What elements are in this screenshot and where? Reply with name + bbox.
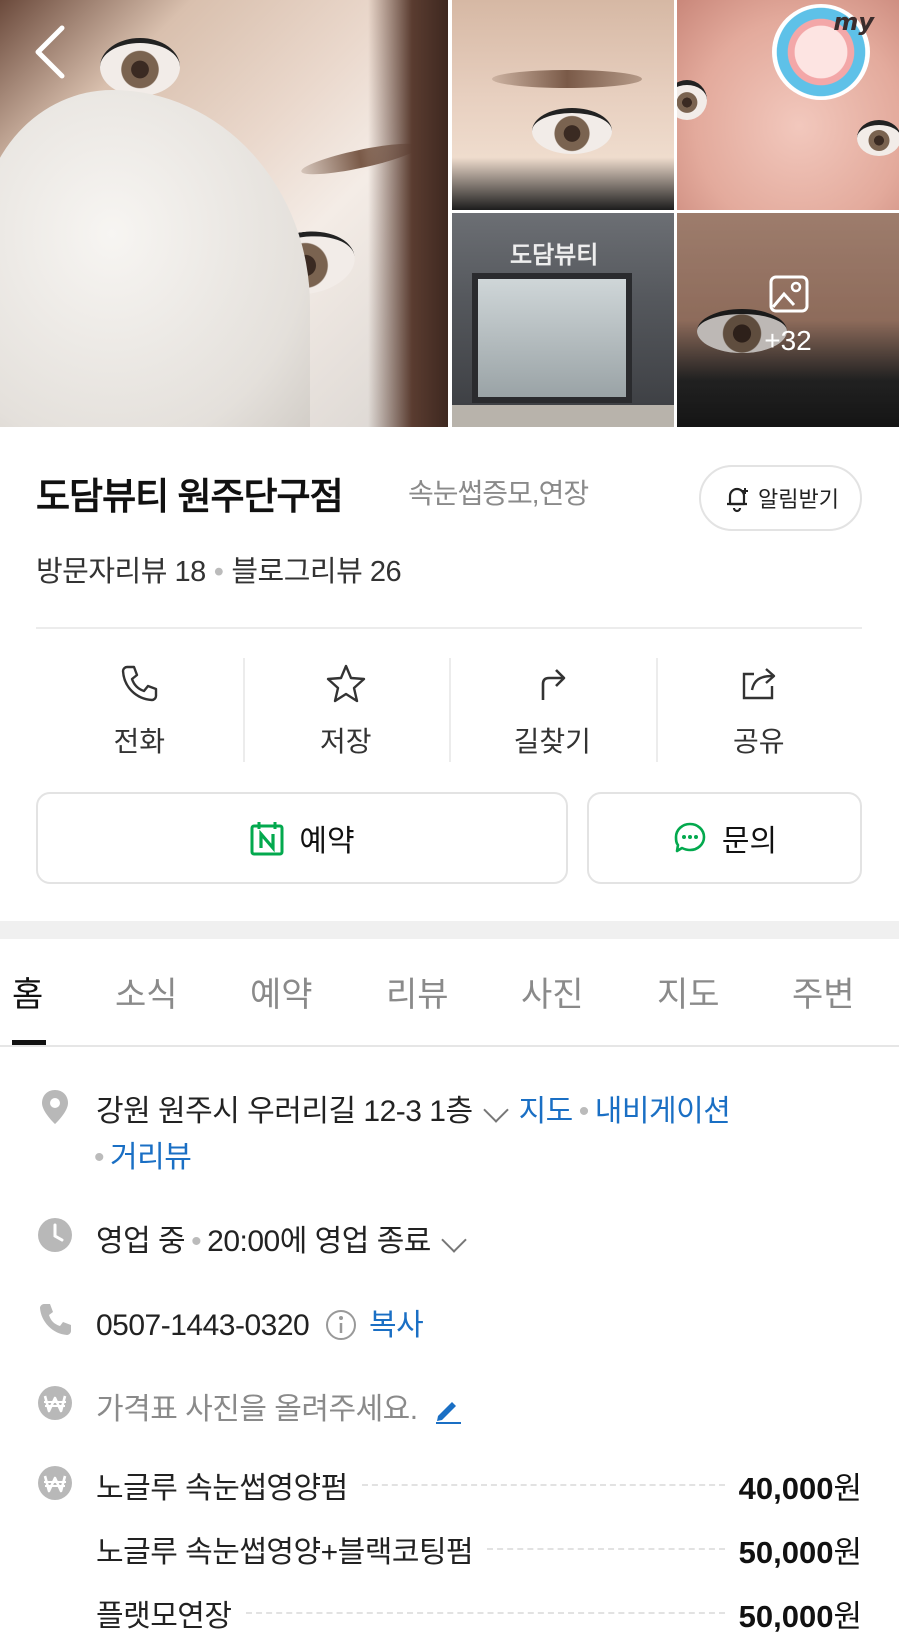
- tab-nearby[interactable]: 주변: [792, 967, 855, 1016]
- gallery-photo-storefront[interactable]: 도담뷰티: [452, 213, 674, 427]
- directions-icon: [541, 669, 566, 700]
- price-unit: 원: [833, 1534, 862, 1570]
- back-button[interactable]: [28, 22, 74, 82]
- action-label: 전화: [113, 726, 166, 757]
- action-row: 전화 저장 길찾기 공유: [36, 652, 862, 764]
- place-category: 속눈썹증모,연장: [408, 478, 589, 509]
- streetview-link[interactable]: 거리뷰: [110, 1141, 192, 1174]
- action-label: 저장: [319, 726, 372, 757]
- address-text: 강원 원주시 우러리길 12-3 1층: [96, 1095, 473, 1128]
- edit-pencil-icon[interactable]: [433, 1394, 463, 1425]
- save-button[interactable]: 저장: [242, 652, 450, 764]
- photo-detail: [0, 90, 310, 427]
- price-item: 노글루 속눈썹영양+블랙코팅펌 50,000원: [96, 1526, 862, 1572]
- notify-button[interactable]: 알림받기: [699, 465, 862, 531]
- phone-number[interactable]: 0507-1443-0320: [96, 1309, 310, 1342]
- visitor-reviews-link[interactable]: 방문자리뷰 18: [36, 556, 206, 588]
- photo-detail: [472, 273, 632, 403]
- inquiry-button[interactable]: 문의: [587, 792, 862, 884]
- price-prompt-text: 가격표 사진을 올려주세요.: [96, 1393, 418, 1426]
- call-button[interactable]: 전화: [36, 652, 243, 764]
- price-item-name: 노글루 속눈썹영양+블랙코팅펌: [96, 1536, 474, 1569]
- tab-map[interactable]: 지도: [657, 967, 720, 1016]
- action-label: 공유: [732, 726, 785, 757]
- map-link[interactable]: 지도: [519, 1095, 574, 1128]
- chevron-down-icon[interactable]: [482, 1097, 509, 1123]
- photo-overlay: [677, 213, 899, 427]
- my-profile-badge[interactable]: my: [772, 4, 874, 100]
- photo-detail: [532, 108, 612, 154]
- review-counts: 방문자리뷰 18 • 블로그리뷰 26: [36, 548, 402, 590]
- naver-calendar-icon: [250, 822, 284, 856]
- my-badge-label: my: [833, 8, 874, 36]
- photo-detail: [857, 120, 899, 156]
- tab-reservation[interactable]: 예약: [250, 967, 313, 1016]
- page-title: 도담뷰티 원주단구점: [36, 476, 344, 517]
- more-photos-count: +32: [764, 325, 812, 356]
- price-item-amount: 40,000: [738, 1470, 834, 1506]
- reserve-button[interactable]: 예약: [36, 792, 568, 884]
- tab-photos[interactable]: 사진: [521, 967, 584, 1016]
- share-icon: [742, 668, 775, 700]
- business-hours: 20:00에 영업 종료: [207, 1225, 431, 1258]
- chevron-down-icon[interactable]: [441, 1227, 467, 1253]
- price-item-name: 플랫모연장: [96, 1600, 232, 1633]
- phone-icon: [122, 665, 158, 702]
- active-tab-indicator: [12, 1040, 46, 1045]
- separator-dot: •: [94, 1141, 105, 1174]
- clock-icon: [38, 1218, 72, 1252]
- price-item-amount: 50,000: [738, 1534, 834, 1570]
- action-label: 길찾기: [513, 726, 591, 757]
- star-icon: [326, 664, 365, 703]
- won-icon: [38, 1466, 72, 1500]
- photo-detail: [100, 38, 180, 96]
- gallery-photo-more[interactable]: +32: [677, 213, 899, 427]
- tab-bar: 홈 소식 예약 리뷰 사진 지도 주변: [0, 939, 899, 1047]
- tab-home[interactable]: 홈: [12, 967, 43, 1016]
- price-unit: 원: [833, 1470, 862, 1506]
- divider: [36, 627, 862, 629]
- directions-button[interactable]: 길찾기: [449, 652, 656, 764]
- price-item: 노글루 속눈썹영양펌 40,000원: [96, 1462, 862, 1508]
- section-gap: [0, 921, 899, 939]
- photo-gallery: 도담뷰티 +32 my: [0, 0, 899, 427]
- photo-detail: [677, 80, 707, 120]
- bell-plus-icon: [727, 487, 749, 513]
- tab-reviews[interactable]: 리뷰: [386, 967, 449, 1016]
- separator-dot: •: [213, 556, 224, 588]
- notify-label: 알림받기: [758, 487, 839, 512]
- price-item-amount: 50,000: [738, 1598, 834, 1634]
- location-pin-icon: [42, 1090, 68, 1124]
- inquiry-label: 문의: [721, 825, 778, 858]
- navigation-link[interactable]: 내비게이션: [595, 1095, 731, 1128]
- share-button[interactable]: 공유: [655, 652, 863, 764]
- business-status: 영업 중: [96, 1225, 186, 1258]
- photo-detail: [492, 70, 642, 88]
- price-item-name: 노글루 속눈썹영양펌: [96, 1472, 348, 1505]
- separator-dot: •: [191, 1225, 202, 1258]
- phone-icon: [40, 1304, 71, 1335]
- photo-detail: [368, 0, 448, 427]
- price-item: 플랫모연장 50,000원: [96, 1590, 862, 1636]
- gallery-photo-2[interactable]: [452, 0, 674, 210]
- store-sign: 도담뷰티: [510, 242, 599, 269]
- blog-reviews-link[interactable]: 블로그리뷰 26: [231, 556, 401, 588]
- reserve-label: 예약: [299, 825, 355, 858]
- tab-news[interactable]: 소식: [115, 967, 178, 1016]
- copy-link[interactable]: 복사: [369, 1309, 424, 1342]
- won-icon: [38, 1386, 72, 1420]
- chat-icon: [674, 822, 706, 853]
- image-icon: [769, 275, 809, 313]
- leader-dots: [487, 1548, 725, 1550]
- separator-dot: •: [578, 1095, 590, 1128]
- photo-detail: [452, 405, 674, 427]
- price-unit: 원: [833, 1598, 862, 1634]
- leader-dots: [361, 1484, 725, 1486]
- leader-dots: [245, 1612, 725, 1614]
- info-icon[interactable]: [325, 1309, 357, 1341]
